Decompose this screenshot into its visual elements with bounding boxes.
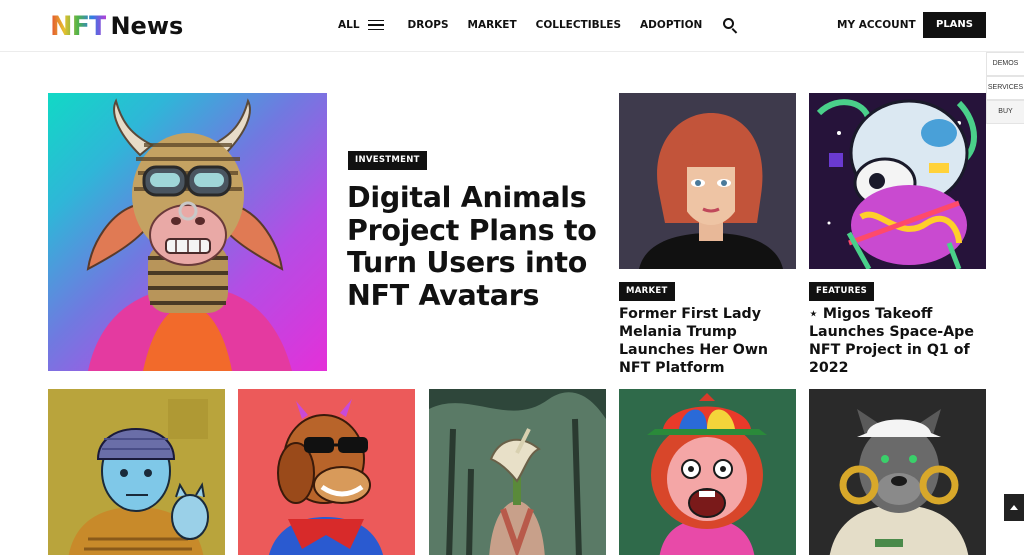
my-account-link[interactable]: MY ACCOUNT xyxy=(837,19,916,31)
lion-illustration xyxy=(647,393,767,555)
back-to-top-button[interactable] xyxy=(1004,494,1024,521)
grid-image-old-man-cat[interactable] xyxy=(48,389,225,555)
dog-illustration xyxy=(829,409,969,555)
nav-collectibles[interactable]: COLLECTIBLES xyxy=(536,19,621,31)
card-category-badge[interactable]: FEATURES xyxy=(809,282,875,301)
woman-illustration xyxy=(639,113,783,269)
site-header: NFT News ALL DROPS MARKET COLLECTIBLES A… xyxy=(0,0,1024,52)
site-logo[interactable]: NFT News xyxy=(50,10,183,42)
card-image-melania[interactable] xyxy=(619,93,796,269)
nav-all[interactable]: ALL xyxy=(338,19,384,31)
space-ape-illustration xyxy=(816,99,977,269)
llama-illustration xyxy=(86,98,292,371)
grid-image-camel[interactable] xyxy=(238,389,415,555)
man-with-cat-illustration xyxy=(68,399,209,555)
card-image-space-ape[interactable] xyxy=(809,93,986,269)
hamburger-icon[interactable] xyxy=(367,19,384,31)
side-tabs: DEMOS SERVICES BUY xyxy=(986,52,1024,124)
side-tab-buy[interactable]: BUY xyxy=(986,100,1024,124)
nav-drops[interactable]: DROPS xyxy=(408,19,449,31)
feature-category-badge[interactable]: INVESTMENT xyxy=(348,151,427,170)
main-nav: ALL DROPS MARKET COLLECTIBLES ADOPTION xyxy=(338,17,738,34)
nav-all-label: ALL xyxy=(338,19,360,31)
logo-nft-text: NFT xyxy=(50,10,107,42)
camel-illustration xyxy=(269,399,383,555)
nav-adoption[interactable]: ADOPTION xyxy=(640,19,702,31)
feature-headline[interactable]: Digital Animals Project Plans to Turn Us… xyxy=(347,181,609,312)
nav-market[interactable]: MARKET xyxy=(468,19,517,31)
feature-image[interactable] xyxy=(48,93,327,371)
card-category-badge[interactable]: MARKET xyxy=(619,282,675,301)
card-headline[interactable]: ⋆ Migos Takeoff Launches Space-Ape NFT P… xyxy=(809,305,985,377)
arrow-up-icon xyxy=(1010,505,1018,510)
grid-image-lion[interactable] xyxy=(619,389,796,555)
forest-flower-illustration xyxy=(429,389,606,555)
grid-image-forest-flower[interactable] xyxy=(429,389,606,555)
card-headline[interactable]: Former First Lady Melania Trump Launches… xyxy=(619,305,795,377)
grid-image-dog[interactable] xyxy=(809,389,986,555)
search-icon[interactable] xyxy=(722,17,738,34)
logo-news-text: News xyxy=(110,12,184,40)
side-tab-services[interactable]: SERVICES xyxy=(986,76,1024,100)
plans-button[interactable]: PLANS xyxy=(923,12,986,38)
side-tab-demos[interactable]: DEMOS xyxy=(986,52,1024,76)
